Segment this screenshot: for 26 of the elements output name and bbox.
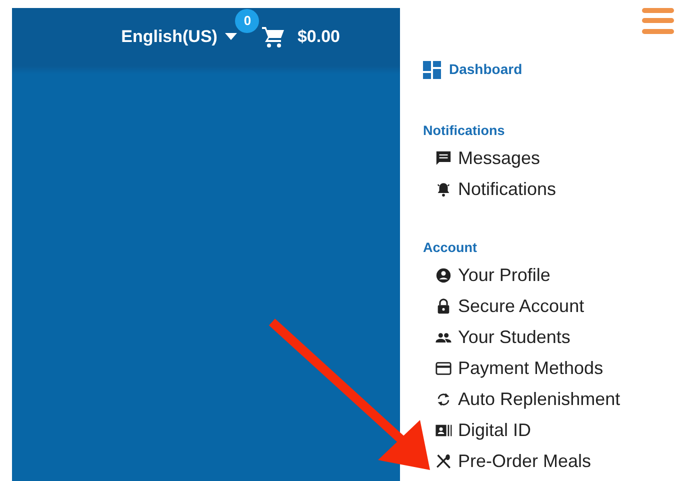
message-icon: [435, 150, 452, 168]
menu-item[interactable]: Pre-Order Meals: [435, 446, 592, 478]
dashboard-icon: [423, 60, 441, 78]
cart-icon: [261, 24, 286, 49]
card-icon: [435, 360, 452, 378]
menu-item[interactable]: Your Profile: [435, 260, 550, 292]
menu-item[interactable]: Secure Account: [435, 291, 584, 322]
section-heading: Account: [423, 240, 478, 256]
bell-icon: [435, 181, 452, 198]
refresh-icon: [435, 391, 452, 408]
profile-icon: [435, 267, 452, 284]
menu-item[interactable]: Payment Methods: [435, 353, 604, 384]
menu-item[interactable]: Messages: [435, 143, 540, 174]
section-heading: Notifications: [423, 123, 506, 140]
dashboard-link[interactable]: Dashboard: [423, 59, 522, 80]
lock-icon: [435, 298, 452, 316]
language-dropdown[interactable]: English(US): [121, 24, 238, 50]
utensils-icon: [435, 453, 452, 470]
menu-button[interactable]: [642, 8, 674, 36]
cart-count-badge: 0: [235, 8, 260, 33]
cart-total: $0.00: [297, 26, 340, 48]
caret-icon: [225, 33, 238, 40]
menu-item[interactable]: Your Students: [435, 322, 570, 354]
menu-item[interactable]: Notifications: [435, 174, 556, 206]
menu-item[interactable]: Digital ID: [435, 415, 532, 446]
menu-item[interactable]: Auto Replenishment: [435, 384, 620, 416]
